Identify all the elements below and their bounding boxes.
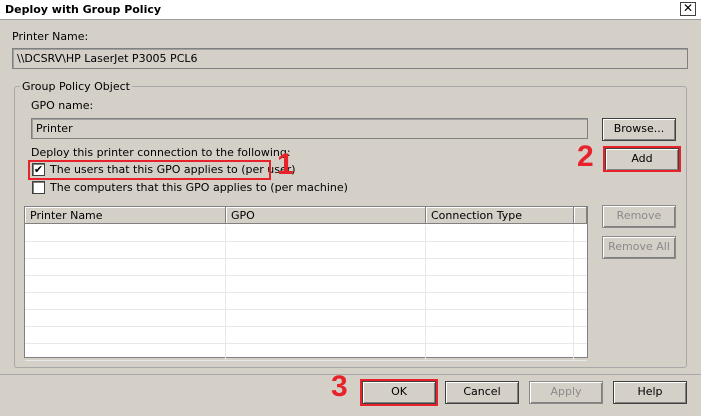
table-row	[25, 293, 587, 310]
list-header: Printer Name GPO Connection Type	[25, 207, 587, 224]
window-title: Deploy with Group Policy	[5, 3, 162, 16]
printer-name-field: \\DCSRV\HP LaserJet P3005 PCL6	[12, 48, 688, 69]
remove-all-button[interactable]: Remove All	[602, 236, 676, 259]
table-row	[25, 276, 587, 293]
column-gpo[interactable]: GPO	[226, 207, 426, 224]
printer-name-value: \\DCSRV\HP LaserJet P3005 PCL6	[17, 52, 198, 65]
highlight-add	[603, 146, 681, 172]
gpo-name-field: Printer	[31, 118, 588, 139]
help-button[interactable]: Help	[613, 381, 687, 404]
column-filler	[574, 207, 587, 224]
printer-name-label: Printer Name:	[12, 30, 89, 43]
cancel-button[interactable]: Cancel	[445, 381, 519, 404]
table-row	[25, 327, 587, 344]
callout-3: 3	[331, 370, 348, 403]
per-machine-label[interactable]: The computers that this GPO applies to (…	[50, 181, 348, 194]
per-machine-checkbox[interactable]	[32, 181, 45, 194]
close-button[interactable]: ✕	[680, 2, 696, 16]
per-machine-option[interactable]: The computers that this GPO applies to (…	[32, 181, 348, 194]
table-row	[25, 310, 587, 327]
gpo-name-value: Printer	[36, 122, 73, 135]
table-row	[25, 259, 587, 276]
table-row	[25, 344, 587, 361]
footer-separator	[0, 374, 701, 375]
highlight-ok	[360, 379, 438, 406]
close-icon: ✕	[682, 1, 694, 15]
column-printer-name[interactable]: Printer Name	[25, 207, 226, 224]
deploy-label: Deploy this printer connection to the fo…	[31, 146, 291, 159]
apply-button[interactable]: Apply	[529, 381, 603, 404]
column-connection-type[interactable]: Connection Type	[426, 207, 574, 224]
title-bar: Deploy with Group Policy ✕	[0, 0, 701, 20]
browse-button[interactable]: Browse...	[602, 118, 676, 141]
callout-2: 2	[577, 140, 594, 173]
callout-1: 1	[277, 148, 294, 181]
gpo-name-label: GPO name:	[31, 99, 94, 112]
remove-button[interactable]: Remove	[602, 205, 676, 228]
table-row	[25, 225, 587, 242]
table-row	[25, 242, 587, 259]
group-title: Group Policy Object	[20, 80, 132, 93]
printer-list[interactable]: Printer Name GPO Connection Type	[24, 206, 588, 361]
highlight-per-user	[28, 160, 271, 180]
